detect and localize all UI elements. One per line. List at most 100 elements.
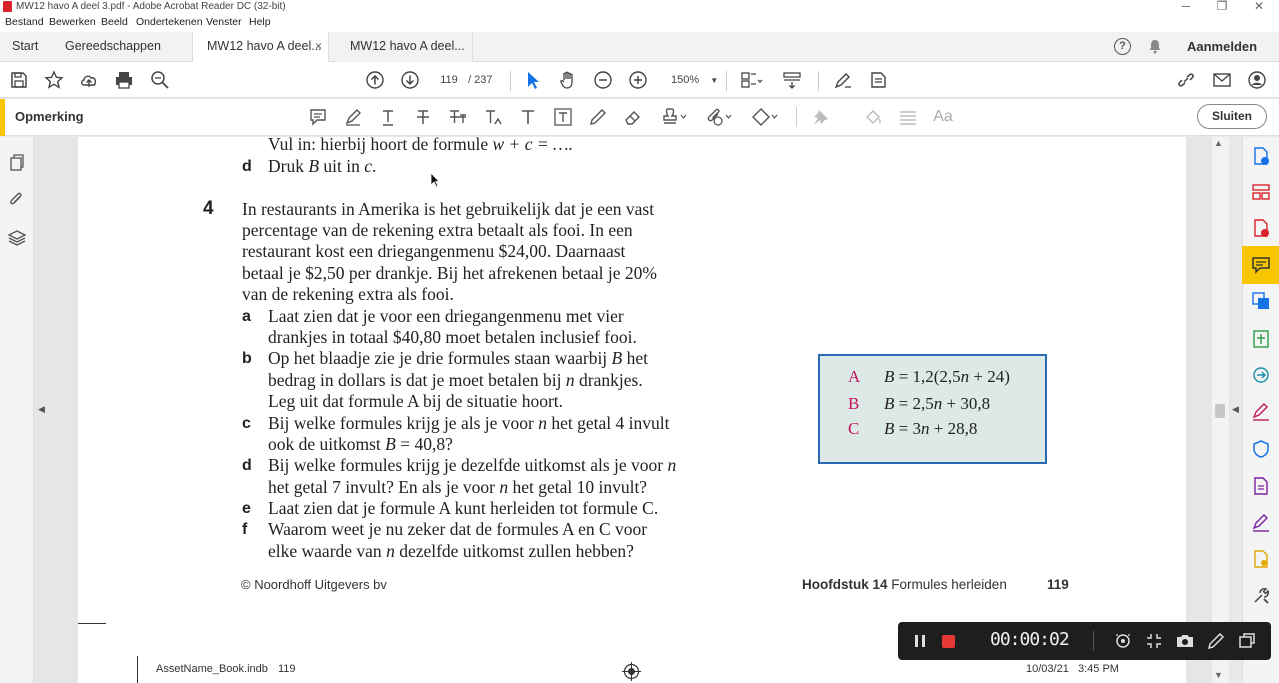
formula-expression: B = 3n + 28,8 xyxy=(884,419,978,438)
question-intro-line: van de rekening extra als fooi. xyxy=(242,284,454,304)
sign-pen-icon[interactable] xyxy=(833,70,853,90)
comment-accent xyxy=(0,99,5,136)
subquestion-letter-c: c xyxy=(242,415,251,432)
signin-button[interactable]: Aanmelden xyxy=(1187,32,1257,61)
subquestion-c-line: ook de uitkomst B = 40,8? xyxy=(268,434,453,454)
underline-text-icon[interactable] xyxy=(378,107,398,127)
fill-form-icon[interactable] xyxy=(1251,476,1271,496)
export-pdf-icon[interactable] xyxy=(1251,218,1271,238)
formula-expression: B = 1,2(2,5n + 24) xyxy=(884,367,1010,386)
menu-ondertekenen[interactable]: Ondertekenen xyxy=(136,16,203,28)
scroll-down-icon[interactable]: ▼ xyxy=(1214,670,1223,680)
scrolling-mode-icon[interactable] xyxy=(782,70,802,90)
certificates-icon[interactable] xyxy=(1251,549,1271,569)
next-page-icon[interactable] xyxy=(400,70,420,90)
replace-text-icon[interactable] xyxy=(448,107,468,127)
minimize-button[interactable]: ─ xyxy=(1168,0,1204,14)
organize-pages-icon[interactable] xyxy=(1251,182,1271,202)
zoom-in-icon[interactable] xyxy=(628,70,648,90)
request-signature-icon[interactable] xyxy=(1251,513,1271,533)
create-pdf-icon[interactable] xyxy=(1251,146,1271,166)
share-link-icon[interactable] xyxy=(1176,70,1196,90)
maximize-button[interactable]: ❐ xyxy=(1204,0,1240,14)
attach-file-icon[interactable] xyxy=(705,107,733,127)
add-text-icon[interactable] xyxy=(518,107,538,127)
page-thumbnails-icon[interactable] xyxy=(8,154,26,172)
menu-bestand[interactable]: Bestand xyxy=(5,16,44,28)
pause-icon[interactable] xyxy=(910,631,930,651)
subquestion-f-line: elke waarde van n dezelfde uitkomst zull… xyxy=(268,541,634,561)
slug-filename: AssetName_Book.indb xyxy=(156,663,268,675)
notification-bell-icon[interactable] xyxy=(1148,39,1162,54)
select-cursor-icon[interactable] xyxy=(523,70,543,90)
redact-tool-icon[interactable] xyxy=(868,70,888,90)
camera-snapshot-icon[interactable] xyxy=(1175,631,1195,651)
slug-date: 10/03/21 xyxy=(1026,663,1069,675)
minimize-recorder-icon[interactable] xyxy=(1237,631,1257,651)
sticky-note-icon[interactable] xyxy=(308,107,328,127)
tab-document-active[interactable]: MW12 havo A deel... × xyxy=(192,32,329,62)
attachments-icon[interactable] xyxy=(8,191,26,209)
protect-shield-icon[interactable] xyxy=(1251,439,1271,459)
previous-page-icon[interactable] xyxy=(365,70,385,90)
hand-tool-icon[interactable] xyxy=(558,70,578,90)
tab-document-2[interactable]: MW12 havo A deel... xyxy=(336,32,473,62)
subquestion-d-line: het getal 7 invult? En als je voor n het… xyxy=(268,477,648,497)
pin-icon[interactable] xyxy=(811,107,831,127)
layers-icon[interactable] xyxy=(8,229,26,247)
previous-question-line: Vul in: hierbij hoort de formule w + c =… xyxy=(268,134,573,154)
edit-pdf-icon[interactable] xyxy=(1251,329,1271,349)
tab-start[interactable]: Start xyxy=(12,32,38,62)
fill-sign-icon[interactable] xyxy=(1251,402,1271,422)
formula-expression: B = 2,5n + 30,8 xyxy=(884,394,991,413)
zoom-level-select[interactable]: 150% ▼ xyxy=(671,70,718,91)
text-properties-icon[interactable]: Aa xyxy=(933,107,953,127)
find-zoom-icon[interactable] xyxy=(150,70,170,90)
fill-color-icon[interactable] xyxy=(863,107,883,127)
page-footer-chapter: Hoofdstuk 14 Formules herleiden xyxy=(802,577,1007,592)
close-comment-button[interactable]: Sluiten xyxy=(1197,104,1267,129)
collapse-arrows-icon[interactable] xyxy=(1144,631,1164,651)
tab-tools[interactable]: Gereedschappen xyxy=(65,32,161,62)
stamp-icon[interactable] xyxy=(660,107,688,127)
comment-tool-icon[interactable] xyxy=(1251,255,1271,275)
line-style-icon[interactable] xyxy=(898,107,918,127)
more-tools-icon[interactable] xyxy=(1251,586,1271,606)
close-window-button[interactable]: ✕ xyxy=(1241,0,1277,14)
add-user-icon[interactable] xyxy=(1247,70,1267,90)
menu-bar: Bestand Bewerken Beeld Ondertekenen Vens… xyxy=(0,14,1279,32)
cloud-upload-icon[interactable] xyxy=(79,70,99,90)
menu-beeld[interactable]: Beeld xyxy=(101,16,128,28)
scrollbar-thumb[interactable] xyxy=(1215,404,1225,418)
collapse-right-panel-icon[interactable]: ◀ xyxy=(1232,404,1239,415)
combine-files-icon[interactable] xyxy=(1251,291,1271,311)
insert-text-icon[interactable] xyxy=(483,107,503,127)
tab-close-icon[interactable]: × xyxy=(315,32,322,61)
pencil-icon[interactable] xyxy=(588,107,608,127)
print-icon[interactable] xyxy=(114,70,134,90)
save-icon[interactable] xyxy=(9,70,29,90)
zoom-out-icon[interactable] xyxy=(593,70,613,90)
webcam-icon[interactable] xyxy=(1113,631,1133,651)
formula-box: A B = 1,2(2,5n + 24) B B = 2,5n + 30,8 C… xyxy=(818,354,1047,464)
strikethrough-icon[interactable] xyxy=(413,107,433,127)
collapse-left-panel-icon[interactable]: ◀ xyxy=(38,404,45,415)
menu-bewerken[interactable]: Bewerken xyxy=(49,16,96,28)
menu-venster[interactable]: Venster xyxy=(206,16,242,28)
draw-pen-icon[interactable] xyxy=(1206,631,1226,651)
bookmark-star-icon[interactable] xyxy=(44,70,64,90)
stop-record-icon[interactable] xyxy=(939,631,959,651)
page-display-icon[interactable] xyxy=(740,70,766,90)
shapes-icon[interactable] xyxy=(751,107,779,127)
subquestion-d-line: Bij welke formules krijg je dezelfde uit… xyxy=(268,455,677,475)
help-icon[interactable]: ? xyxy=(1114,38,1131,55)
scroll-up-icon[interactable]: ▲ xyxy=(1214,138,1223,148)
highlight-icon[interactable] xyxy=(343,107,363,127)
email-icon[interactable] xyxy=(1212,70,1232,90)
menu-help[interactable]: Help xyxy=(249,16,271,28)
eraser-icon[interactable] xyxy=(623,107,643,127)
page-number-input[interactable]: 119 xyxy=(433,70,465,90)
subquestion-f-line: Waarom weet je nu zeker dat de formules … xyxy=(268,519,648,539)
text-box-icon[interactable] xyxy=(553,107,573,127)
send-for-review-icon[interactable] xyxy=(1251,365,1271,385)
